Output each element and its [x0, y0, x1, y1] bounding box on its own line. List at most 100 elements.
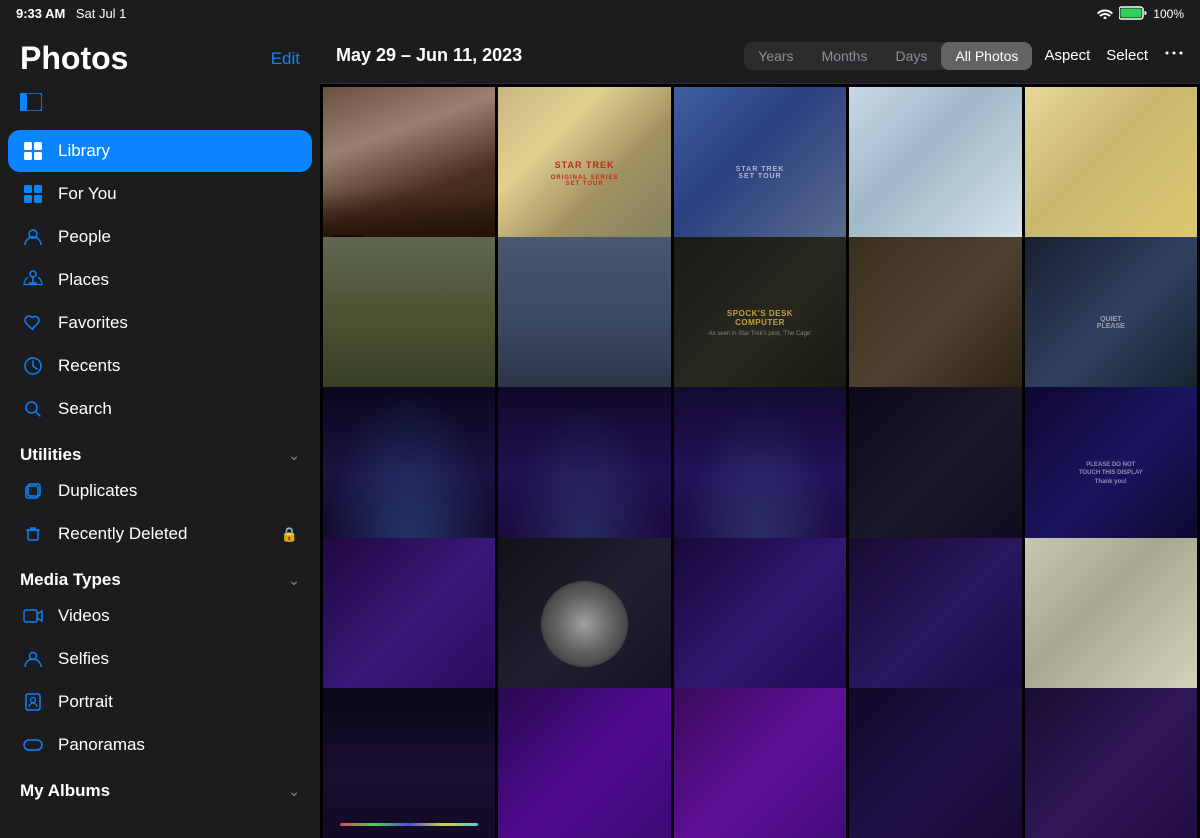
aspect-button[interactable]: Aspect	[1044, 47, 1090, 64]
status-right-icons: 100%	[1097, 6, 1184, 23]
sidebar-item-label-search: Search	[58, 399, 298, 419]
sidebar-item-duplicates[interactable]: Duplicates	[8, 470, 312, 512]
status-bar: 9:33 AM Sat Jul 1 100%	[0, 0, 1200, 28]
utilities-section-header[interactable]: Utilities ⌄	[0, 431, 320, 469]
photo-cell[interactable]	[323, 688, 495, 838]
people-icon	[22, 226, 44, 248]
photo-cell[interactable]: PLEASE DO NOTTOUCH THIS DISPLAYThank you…	[1025, 387, 1197, 559]
photo-cell[interactable]: STAR TREKSET TOUR	[674, 87, 846, 259]
photo-cell[interactable]	[849, 387, 1021, 559]
sidebar-item-label-for-you: For You	[58, 184, 298, 204]
sidebar-item-for-you[interactable]: For You	[8, 173, 312, 215]
photo-cell[interactable]	[1025, 538, 1197, 710]
photo-cell[interactable]: QUIETPLEASE	[1025, 237, 1197, 409]
videos-icon	[22, 605, 44, 627]
photo-cell[interactable]	[498, 387, 670, 559]
sidebar-nav: Library For You People Pla	[0, 129, 320, 431]
sidebar-item-favorites[interactable]: Favorites	[8, 302, 312, 344]
photo-cell[interactable]	[498, 237, 670, 409]
toolbar-date-range: May 29 – Jun 11, 2023	[336, 45, 732, 66]
sidebar-item-label-videos: Videos	[58, 606, 298, 626]
lock-icon: 🔒	[281, 526, 298, 543]
photo-cell[interactable]	[849, 538, 1021, 710]
recents-icon	[22, 355, 44, 377]
library-icon	[22, 140, 44, 162]
photo-cell[interactable]	[498, 538, 670, 710]
media-types-section-header[interactable]: Media Types ⌄	[0, 556, 320, 594]
photo-cell[interactable]	[849, 87, 1021, 259]
photo-cell[interactable]	[674, 387, 846, 559]
sidebar-item-label-people: People	[58, 227, 298, 247]
battery-icon	[1119, 6, 1147, 23]
photo-cell[interactable]: SPOCK'S DESKCOMPUTER As seen in Star Tre…	[674, 237, 846, 409]
sidebar-item-label-duplicates: Duplicates	[58, 481, 298, 501]
selfies-icon	[22, 648, 44, 670]
sidebar-item-panoramas[interactable]: Panoramas	[8, 724, 312, 766]
sidebar-item-people[interactable]: People	[8, 216, 312, 258]
sidebar-item-videos[interactable]: Videos	[8, 595, 312, 637]
my-albums-chevron-icon: ⌄	[288, 783, 300, 800]
search-icon	[22, 398, 44, 420]
photo-cell[interactable]	[849, 237, 1021, 409]
sidebar-item-label-places: Places	[58, 270, 298, 290]
media-types-nav: Videos Selfies Portrait Panoramas	[0, 594, 320, 767]
sidebar-header: Photos Edit	[0, 28, 320, 85]
sidebar-item-search[interactable]: Search	[8, 388, 312, 430]
photo-cell[interactable]	[849, 688, 1021, 838]
status-time: 9:33 AM Sat Jul 1	[16, 5, 126, 23]
utilities-nav: Duplicates Recently Deleted 🔒	[0, 469, 320, 556]
places-icon	[22, 269, 44, 291]
sidebar-collapse-icon[interactable]	[20, 93, 42, 117]
sidebar-title: Photos	[20, 40, 128, 77]
favorites-icon	[22, 312, 44, 334]
toolbar-filter-group: Years Months Days All Photos	[744, 42, 1032, 70]
sidebar-item-label-recently-deleted: Recently Deleted	[58, 524, 267, 544]
trash-icon	[22, 523, 44, 545]
photo-cell[interactable]	[323, 387, 495, 559]
photo-cell[interactable]: 0:25	[323, 87, 495, 259]
main-content: May 29 – Jun 11, 2023 Years Months Days …	[320, 28, 1200, 838]
utilities-chevron-icon: ⌄	[288, 447, 300, 464]
filter-years-button[interactable]: Years	[744, 42, 807, 70]
media-types-chevron-icon: ⌄	[288, 572, 300, 589]
battery-pct: 100%	[1153, 7, 1184, 21]
toolbar-right-controls: Aspect Select	[1044, 43, 1184, 69]
more-options-button[interactable]	[1164, 43, 1184, 69]
sidebar-item-label-recents: Recents	[58, 356, 298, 376]
panoramas-icon	[22, 734, 44, 756]
photo-cell[interactable]	[323, 538, 495, 710]
my-albums-section-title: My Albums	[20, 781, 110, 801]
filter-days-button[interactable]: Days	[881, 42, 941, 70]
sidebar-edit-button[interactable]: Edit	[271, 49, 300, 69]
filter-months-button[interactable]: Months	[808, 42, 882, 70]
sidebar-item-library[interactable]: Library	[8, 130, 312, 172]
portrait-icon	[22, 691, 44, 713]
photo-cell[interactable]	[674, 538, 846, 710]
photo-cell[interactable]: STAR TREK ORIGINAL SERIESSET TOUR	[498, 87, 670, 259]
utilities-section-title: Utilities	[20, 445, 81, 465]
sidebar: Photos Edit Library	[0, 28, 320, 838]
app-container: Photos Edit Library	[0, 28, 1200, 838]
for-you-icon	[22, 183, 44, 205]
photo-cell[interactable]	[323, 237, 495, 409]
sidebar-item-label-library: Library	[58, 141, 298, 161]
filter-all-photos-button[interactable]: All Photos	[941, 42, 1032, 70]
sidebar-item-portrait[interactable]: Portrait	[8, 681, 312, 723]
toolbar: May 29 – Jun 11, 2023 Years Months Days …	[320, 28, 1200, 84]
photo-cell[interactable]	[498, 688, 670, 838]
sidebar-item-recents[interactable]: Recents	[8, 345, 312, 387]
sidebar-item-label-portrait: Portrait	[58, 692, 298, 712]
photo-cell[interactable]	[1025, 688, 1197, 838]
sidebar-item-label-favorites: Favorites	[58, 313, 298, 333]
my-albums-section-header[interactable]: My Albums ⌄	[0, 767, 320, 805]
select-button[interactable]: Select	[1106, 47, 1148, 64]
sidebar-item-label-selfies: Selfies	[58, 649, 298, 669]
photo-cell[interactable]	[674, 688, 846, 838]
sidebar-item-places[interactable]: Places	[8, 259, 312, 301]
sidebar-item-recently-deleted[interactable]: Recently Deleted 🔒	[8, 513, 312, 555]
media-types-section-title: Media Types	[20, 570, 121, 590]
sidebar-item-selfies[interactable]: Selfies	[8, 638, 312, 680]
duplicates-icon	[22, 480, 44, 502]
photo-grid: 0:25 STAR TREK ORIGINAL SERIESSET TOUR S…	[320, 84, 1200, 838]
photo-cell[interactable]	[1025, 87, 1197, 259]
